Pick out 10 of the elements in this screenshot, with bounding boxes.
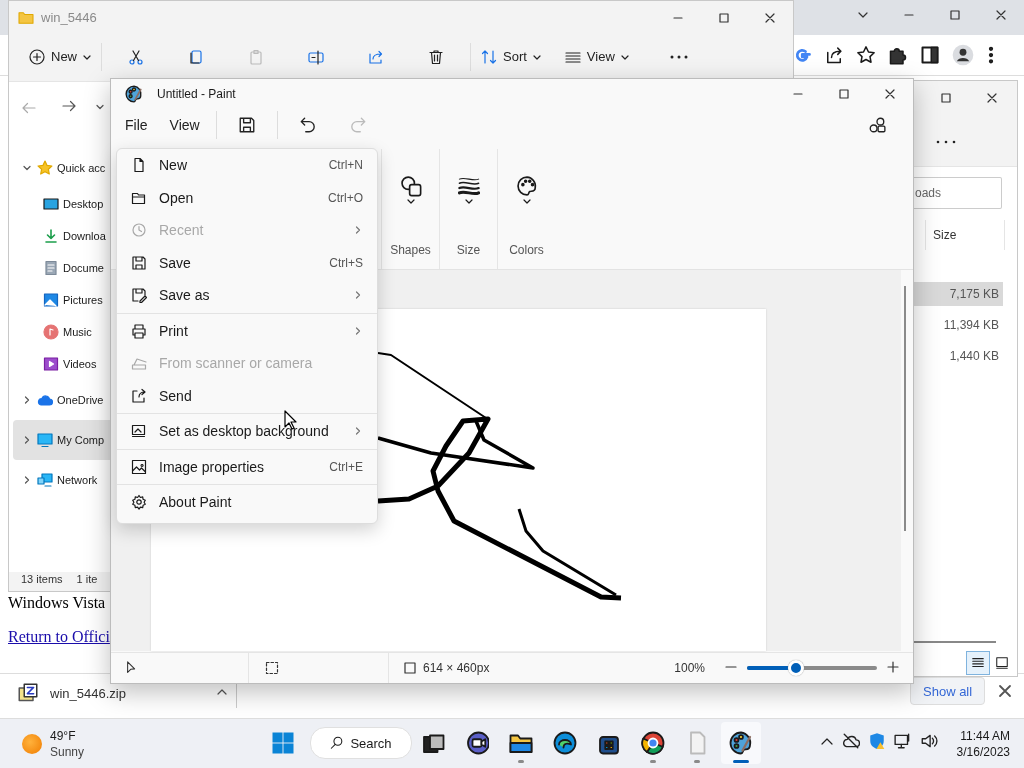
file-size-cell: 7,175 KB <box>912 282 1003 306</box>
file-size-cell-text: 11,394 KB <box>942 317 1000 334</box>
file-size-cell-text: 1,440 KB <box>948 348 1000 365</box>
window-title: Untitled - Paint <box>157 87 236 101</box>
status-text: 13 items <box>21 573 63 585</box>
canvas-size: 614 × 460px <box>423 661 490 675</box>
window-title: win_5446 <box>41 10 97 25</box>
page-text: Windows Vista <box>8 594 106 612</box>
zoom-level-text: 100% <box>674 661 705 675</box>
status-text: 1 ite <box>76 573 98 585</box>
